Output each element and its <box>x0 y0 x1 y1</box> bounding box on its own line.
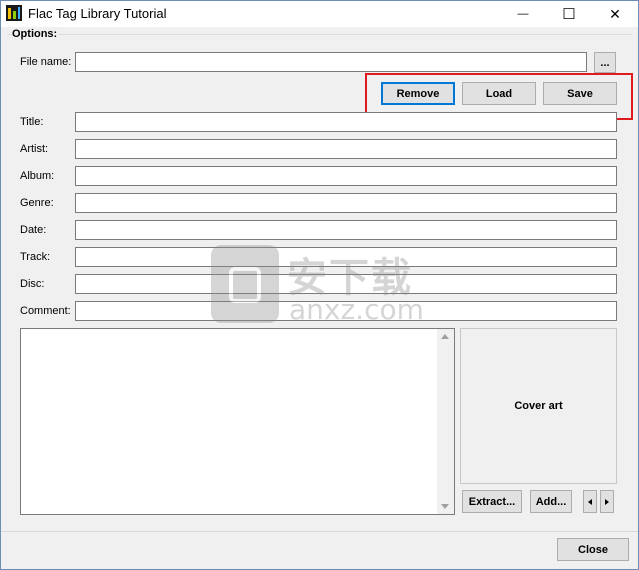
watermark-en-text: anxz.com <box>289 293 424 326</box>
date-label: Date: <box>20 224 47 236</box>
minimize-button[interactable]: — <box>500 1 546 27</box>
close-icon: ✕ <box>609 5 621 22</box>
lyrics-memo[interactable] <box>20 328 455 515</box>
main-content: Options: File name: ... Remove Load Save… <box>1 27 638 569</box>
close-window-button[interactable]: ✕ <box>592 1 638 27</box>
cover-art-label: Cover art <box>514 400 563 412</box>
title-bar: Flac Tag Library Tutorial — ☐ ✕ <box>1 1 638 27</box>
album-input[interactable] <box>75 166 617 186</box>
scroll-down-arrow-icon[interactable] <box>441 504 449 509</box>
chevron-right-icon <box>605 498 609 505</box>
previous-cover-button[interactable] <box>583 490 597 513</box>
watermark-shield-icon <box>211 245 279 323</box>
file-name-label: File name: <box>20 56 72 68</box>
title-input[interactable] <box>75 112 617 132</box>
close-button[interactable]: Close <box>557 538 629 561</box>
options-group-label: Options: <box>12 28 60 40</box>
disc-label: Disc: <box>20 278 45 290</box>
genre-input[interactable] <box>75 193 617 213</box>
options-group-border <box>7 34 632 35</box>
extract-button[interactable]: Extract... <box>462 490 522 513</box>
add-cover-button[interactable]: Add... <box>530 490 572 513</box>
app-window: Flac Tag Library Tutorial — ☐ ✕ Options:… <box>0 0 639 570</box>
track-label: Track: <box>20 251 51 263</box>
date-input[interactable] <box>75 220 617 240</box>
remove-button[interactable]: Remove <box>381 82 455 105</box>
artist-input[interactable] <box>75 139 617 159</box>
memo-scrollbar[interactable] <box>437 329 454 514</box>
maximize-button[interactable]: ☐ <box>546 1 592 27</box>
browse-button[interactable]: ... <box>594 52 616 73</box>
artist-label: Artist: <box>20 143 49 155</box>
scroll-up-arrow-icon[interactable] <box>441 334 449 339</box>
watermark: 安下载 anxz.com <box>211 245 431 335</box>
next-cover-button[interactable] <box>600 490 614 513</box>
comment-label: Comment: <box>20 305 71 317</box>
file-name-input[interactable] <box>75 52 587 72</box>
chevron-left-icon <box>588 498 592 505</box>
save-button[interactable]: Save <box>543 82 617 105</box>
album-label: Album: <box>20 170 55 182</box>
app-icon <box>6 5 22 21</box>
minimize-icon: — <box>517 8 529 20</box>
maximize-icon: ☐ <box>562 6 576 23</box>
footer-separator <box>1 531 638 532</box>
load-button[interactable]: Load <box>462 82 536 105</box>
window-title: Flac Tag Library Tutorial <box>28 6 167 21</box>
genre-label: Genre: <box>20 197 54 209</box>
title-label: Title: <box>20 116 44 128</box>
cover-art-panel: Cover art <box>460 328 617 484</box>
